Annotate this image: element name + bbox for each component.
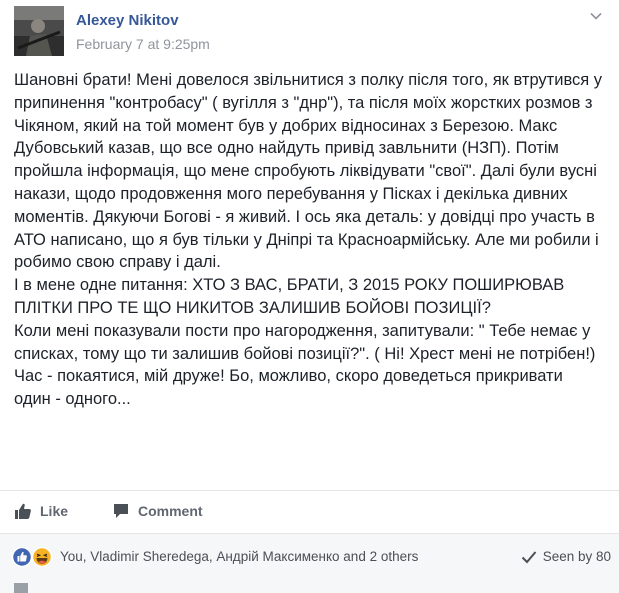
comment-button[interactable]: Comment: [112, 502, 203, 520]
thumbs-up-icon: [15, 503, 31, 519]
like-label: Like: [40, 503, 69, 519]
facebook-post: Alexey Nikitov February 7 at 9:25pm Шано…: [0, 0, 619, 593]
seen-by[interactable]: Seen by 80: [521, 549, 611, 564]
post-header: Alexey Nikitov February 7 at 9:25pm: [14, 6, 604, 60]
seen-by-label: Seen by 80: [542, 549, 611, 564]
post-paragraph: Шановні брати! Мені довелося звільнитися…: [14, 71, 603, 272]
like-reaction-icon: [11, 546, 33, 568]
post-body: Шановні брати! Мені довелося звільнитися…: [14, 69, 604, 411]
reaction-icons[interactable]: [11, 546, 58, 568]
post-timestamp[interactable]: February 7 at 9:25pm: [76, 36, 210, 52]
comment-area-strip: [0, 579, 619, 593]
reactors-link[interactable]: You, Vladimir Sheredega, Андрій Максимен…: [60, 549, 418, 564]
author-name-link[interactable]: Alexey Nikitov: [76, 12, 179, 29]
comment-label: Comment: [138, 503, 203, 519]
comment-icon: [114, 504, 128, 518]
chevron-down-icon[interactable]: [588, 8, 604, 24]
post-actions-bar: Like Comment: [0, 490, 619, 532]
checkmark-icon: [521, 550, 536, 563]
post-paragraph: І в мене одне питання: ХТО З ВАС, БРАТИ,…: [14, 276, 565, 317]
post-paragraph: Час - покаятися, мій друже! Бо, можливо,…: [14, 367, 563, 409]
post-paragraph: Коли мені показували пости про нагородже…: [14, 321, 596, 363]
commenter-avatar: [14, 583, 28, 593]
like-button[interactable]: Like: [14, 502, 68, 520]
author-avatar[interactable]: [14, 6, 64, 56]
reactions-summary: You, Vladimir Sheredega, Андрій Максимен…: [0, 533, 619, 579]
haha-reaction-icon: [31, 546, 53, 568]
